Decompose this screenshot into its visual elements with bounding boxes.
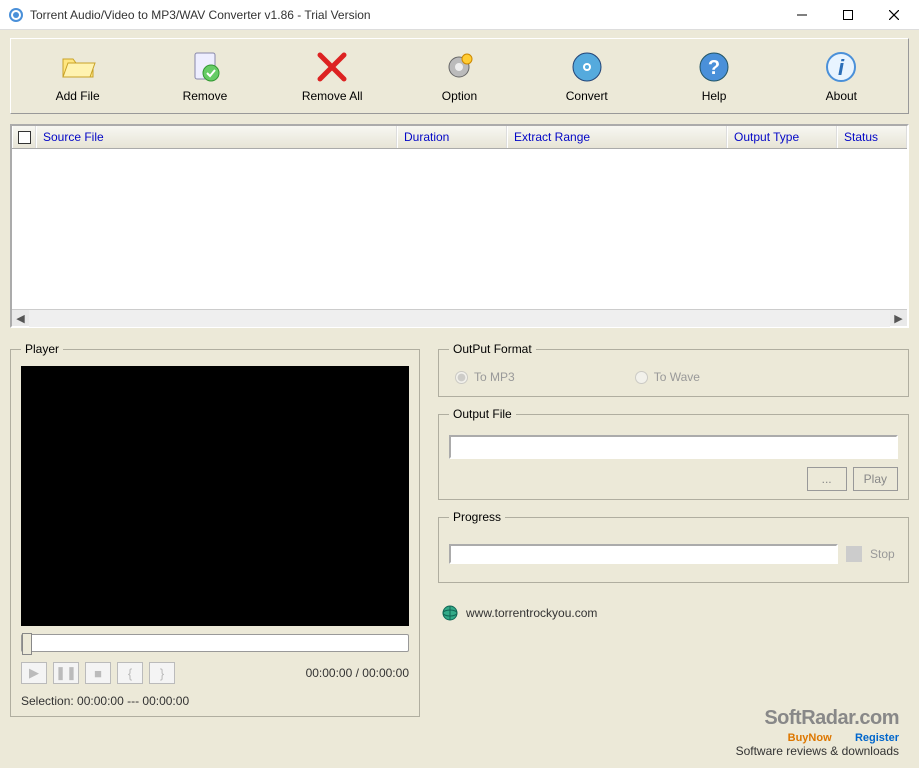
select-all-checkbox[interactable]	[12, 126, 36, 148]
output-file-input[interactable]	[449, 435, 898, 459]
output-format-panel: OutPut Format To MP3 To Wave	[438, 342, 909, 397]
scroll-right-icon[interactable]: ▶	[890, 310, 907, 327]
remove-button[interactable]: Remove	[142, 45, 267, 107]
remove-all-label: Remove All	[302, 89, 363, 103]
mark-start-button[interactable]: {	[117, 662, 143, 684]
col-source-file[interactable]: Source File	[36, 126, 397, 148]
pause-button[interactable]: ❚❚	[53, 662, 79, 684]
to-wave-label: To Wave	[654, 370, 700, 384]
convert-button[interactable]: Convert	[524, 45, 649, 107]
svg-text:?: ?	[708, 57, 720, 79]
file-list: Source File Duration Extract Range Outpu…	[10, 124, 909, 328]
window-title: Torrent Audio/Video to MP3/WAV Converter…	[30, 8, 779, 22]
title-bar: Torrent Audio/Video to MP3/WAV Converter…	[0, 0, 919, 30]
minimize-button[interactable]	[779, 1, 825, 29]
to-wave-radio[interactable]: To Wave	[635, 370, 700, 384]
maximize-button[interactable]	[825, 1, 871, 29]
globe-icon	[442, 605, 458, 621]
app-body: Add File Remove Remove All Option Conver…	[0, 30, 919, 768]
stop-button[interactable]: Stop	[870, 547, 895, 561]
website-link[interactable]: www.torrentrockyou.com	[466, 606, 597, 620]
output-file-panel: Output File ... Play	[438, 407, 909, 500]
svg-text:i: i	[838, 55, 845, 80]
video-preview[interactable]	[21, 366, 409, 626]
col-duration[interactable]: Duration	[397, 126, 507, 148]
progress-legend: Progress	[449, 510, 505, 524]
main-toolbar: Add File Remove Remove All Option Conver…	[10, 38, 909, 114]
folder-open-icon	[60, 49, 96, 85]
remove-all-button[interactable]: Remove All	[270, 45, 395, 107]
watermark: SoftRadar.com BuyNow Register Software r…	[736, 707, 899, 758]
remove-label: Remove	[183, 89, 228, 103]
scroll-left-icon[interactable]: ◀	[12, 310, 29, 327]
play-output-button[interactable]: Play	[853, 467, 898, 491]
stop-icon	[846, 546, 862, 562]
close-button[interactable]	[871, 1, 917, 29]
mark-end-button[interactable]: }	[149, 662, 175, 684]
help-button[interactable]: ? Help	[651, 45, 776, 107]
about-button[interactable]: i About	[779, 45, 904, 107]
output-file-legend: Output File	[449, 407, 516, 421]
app-icon	[8, 7, 24, 23]
stop-playback-button[interactable]: ■	[85, 662, 111, 684]
player-legend: Player	[21, 342, 63, 356]
play-button[interactable]: ▶	[21, 662, 47, 684]
help-label: Help	[702, 89, 727, 103]
selection-range: Selection: 00:00:00 --- 00:00:00	[21, 694, 409, 708]
option-label: Option	[442, 89, 477, 103]
scroll-track[interactable]	[29, 310, 890, 327]
col-extract-range[interactable]: Extract Range	[507, 126, 727, 148]
horizontal-scrollbar[interactable]: ◀ ▶	[12, 309, 907, 326]
watermark-tagline: Software reviews & downloads	[736, 744, 899, 758]
progress-bar	[449, 544, 838, 564]
seek-slider[interactable]	[21, 634, 409, 652]
convert-label: Convert	[566, 89, 608, 103]
output-format-legend: OutPut Format	[449, 342, 536, 356]
delete-x-icon	[314, 49, 350, 85]
help-icon: ?	[696, 49, 732, 85]
progress-panel: Progress Stop	[438, 510, 909, 583]
about-label: About	[826, 89, 857, 103]
browse-button[interactable]: ...	[807, 467, 847, 491]
remove-file-icon	[187, 49, 223, 85]
file-list-header: Source File Duration Extract Range Outpu…	[12, 126, 907, 149]
seek-thumb[interactable]	[22, 633, 32, 655]
player-panel: Player ▶ ❚❚ ■ { } 00:00:00 / 00:00:00 Se…	[10, 342, 420, 717]
register-link[interactable]: Register	[855, 732, 899, 744]
add-file-label: Add File	[56, 89, 100, 103]
to-mp3-label: To MP3	[474, 370, 515, 384]
file-list-body[interactable]	[12, 149, 907, 309]
info-icon: i	[823, 49, 859, 85]
option-button[interactable]: Option	[397, 45, 522, 107]
to-mp3-radio[interactable]: To MP3	[455, 370, 515, 384]
playback-time: 00:00:00 / 00:00:00	[181, 666, 409, 680]
col-status[interactable]: Status	[837, 126, 907, 148]
footer: www.torrentrockyou.com	[438, 605, 909, 621]
disc-icon	[569, 49, 605, 85]
gear-icon	[441, 49, 477, 85]
add-file-button[interactable]: Add File	[15, 45, 140, 107]
col-output-type[interactable]: Output Type	[727, 126, 837, 148]
watermark-brand: SoftRadar.com	[736, 707, 899, 730]
buy-now-link[interactable]: BuyNow	[788, 732, 832, 744]
